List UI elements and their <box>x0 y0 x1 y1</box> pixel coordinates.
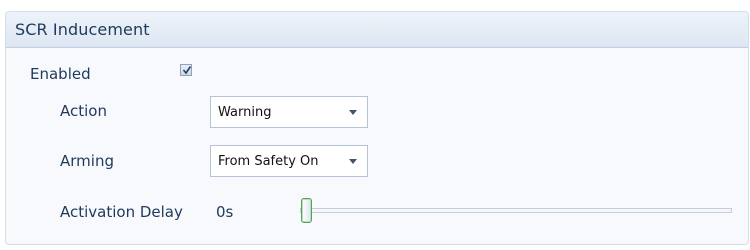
activation-delay-slider-thumb[interactable] <box>301 198 312 223</box>
activation-delay-slider-track[interactable] <box>300 208 732 213</box>
arming-dropdown[interactable]: From Safety On <box>210 145 368 177</box>
arming-label: Arming <box>60 152 114 170</box>
panel-header: SCR Inducement <box>6 12 748 48</box>
enabled-checkbox[interactable] <box>180 64 192 76</box>
chevron-down-icon <box>349 110 357 115</box>
panel-title: SCR Inducement <box>15 20 150 39</box>
enabled-label: Enabled <box>30 65 91 83</box>
chevron-down-icon <box>349 159 357 164</box>
activation-delay-value: 0s <box>216 203 234 221</box>
action-dropdown[interactable]: Warning <box>210 96 368 128</box>
activation-delay-label: Activation Delay <box>60 203 183 221</box>
arming-dropdown-value: From Safety On <box>218 154 319 169</box>
checkmark-icon <box>182 66 192 75</box>
action-dropdown-value: Warning <box>218 105 272 120</box>
action-label: Action <box>60 102 107 120</box>
